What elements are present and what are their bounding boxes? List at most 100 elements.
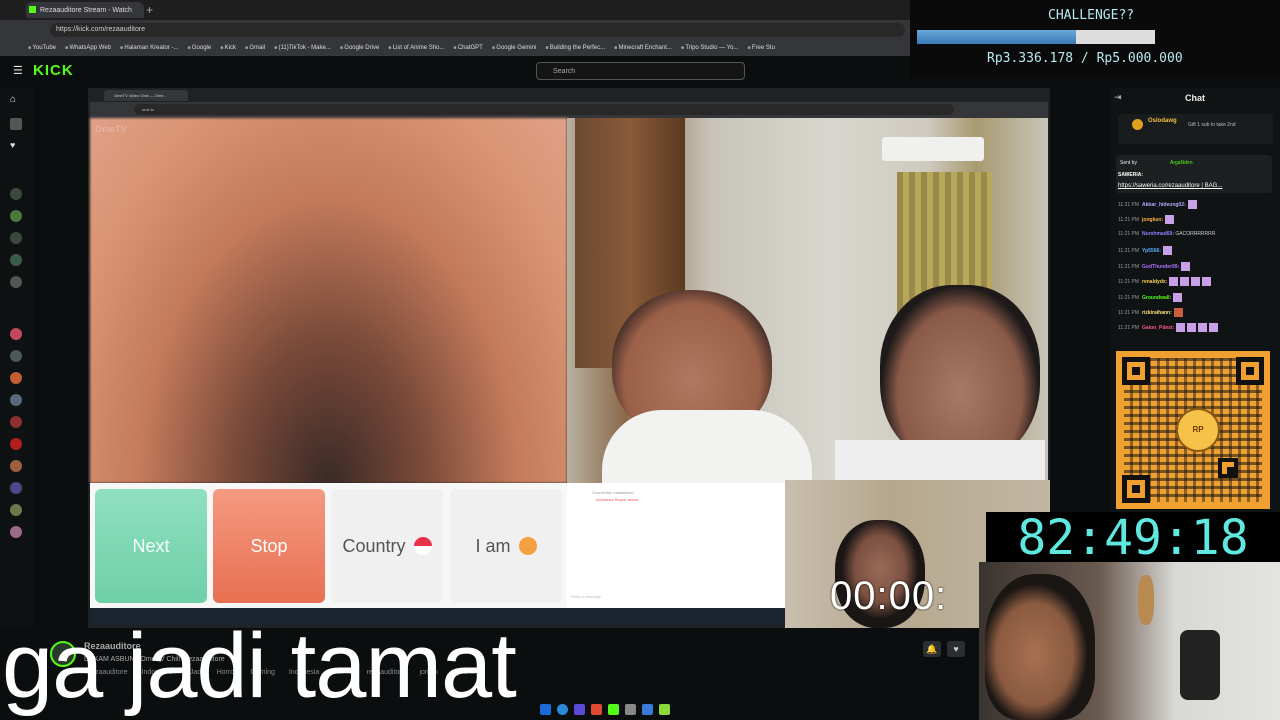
air-conditioner <box>882 137 984 161</box>
notification-bell-icon[interactable]: 🔔 <box>923 641 941 657</box>
app-icon[interactable] <box>642 703 653 715</box>
chat-user[interactable]: Nurshmad69: <box>1142 231 1174 237</box>
channel-avatar[interactable] <box>10 438 22 450</box>
following-icon[interactable]: ♥ <box>10 140 22 152</box>
app-icon[interactable] <box>625 703 636 715</box>
bookmark-building[interactable]: Building the Perfec... <box>545 45 605 51</box>
home-icon[interactable]: ⌂ <box>10 94 22 106</box>
connection-status: Connection established <box>592 490 634 495</box>
bookmark-tripo[interactable]: Tripo Studio — Yo... <box>681 45 738 51</box>
emote-icon <box>1198 323 1208 332</box>
gift-badge-icon <box>1132 119 1143 130</box>
chat-message: 11:21 PM Nurshmad69: GACORRRRRRR <box>1118 231 1215 237</box>
channel-avatar[interactable] <box>10 276 22 288</box>
channel-avatar[interactable] <box>10 350 22 362</box>
channel-avatar[interactable] <box>10 416 22 428</box>
qr-alignment <box>1218 458 1238 478</box>
iam-label: I am <box>475 535 511 556</box>
minecraft-icon[interactable] <box>659 703 670 715</box>
streamer <box>985 574 1095 720</box>
ometv-message-input[interactable]: Write a message <box>571 594 601 599</box>
bookmark-free-stu[interactable]: Free Stu <box>747 45 775 51</box>
chat-user[interactable]: GodThunder99: <box>1142 264 1179 270</box>
bookmark-halaman-kreator[interactable]: Halaman Kreator -... <box>120 45 178 51</box>
chat-message: 11:21 PM Yp5566: <box>1118 246 1172 255</box>
channel-avatar[interactable] <box>10 460 22 472</box>
gender-button[interactable]: I am <box>450 489 562 603</box>
bookmark-google[interactable]: Google <box>187 45 211 51</box>
browser-tab[interactable]: Rezaauditore Stream - Watch <box>26 2 144 18</box>
emote-icon <box>1187 323 1197 332</box>
channel-avatar[interactable] <box>10 232 22 244</box>
inner-browser-tab: OmeTV Video Chat — Ome... <box>104 90 188 101</box>
kick-app-icon[interactable] <box>608 703 619 715</box>
chair <box>1180 630 1220 700</box>
channel-avatar[interactable] <box>10 328 22 340</box>
emote-icon <box>1162 246 1172 255</box>
channel-avatar[interactable] <box>10 394 22 406</box>
new-tab-button[interactable]: + <box>146 3 153 17</box>
chat-user[interactable]: rizkiraihann: <box>1142 310 1172 316</box>
chat-time: 11:21 PM <box>1118 294 1140 301</box>
channel-avatar[interactable] <box>10 254 22 266</box>
chat-message: 11:21 PM renaldydx: <box>1118 277 1212 286</box>
bookmark-youtube[interactable]: YouTube <box>28 45 56 51</box>
emote-icon <box>1176 323 1186 332</box>
chat-title: Chat <box>1185 93 1205 103</box>
stop-label: Stop <box>250 535 288 556</box>
chat-message: 11:21 PM Gaion_Pdest: <box>1118 323 1219 332</box>
search-input[interactable]: Search <box>536 62 745 80</box>
bookmark-gemini[interactable]: Google Gemini <box>492 45 536 51</box>
channel-avatar[interactable] <box>10 526 22 538</box>
channel-avatar[interactable] <box>10 210 22 222</box>
bookmark-kick[interactable]: Kick <box>220 45 236 51</box>
address-bar[interactable]: https://kick.com/rezaauditore <box>50 23 905 37</box>
pinned-sender[interactable]: ArgaNden <box>1170 160 1193 166</box>
country-button[interactable]: Country <box>331 489 443 603</box>
stop-button[interactable]: Stop <box>213 489 325 603</box>
emote-icon <box>1173 293 1183 302</box>
chat-time: 11:21 PM <box>1118 216 1140 223</box>
bookmark-minecraft[interactable]: Minecraft Enchant... <box>614 45 672 51</box>
bookmark-gmail[interactable]: Gmail <box>245 45 265 51</box>
chat-user[interactable]: Gaion_Pdest: <box>1142 325 1174 331</box>
edge-icon[interactable] <box>557 703 568 715</box>
qr-finder <box>1236 357 1264 385</box>
channel-avatar[interactable] <box>10 372 22 384</box>
chat-user[interactable]: renaldydx: <box>1142 279 1167 285</box>
bookmark-whatsapp[interactable]: WhatsApp Web <box>65 45 111 51</box>
kick-favicon-icon <box>29 6 36 13</box>
bookmark-tiktok[interactable]: (11)TikTok - Make... <box>274 45 331 51</box>
saweria-link[interactable]: https://saweria.co/rezaauditore | BAG... <box>1118 183 1222 189</box>
app-icon[interactable] <box>574 703 585 715</box>
browser-tab-title: Rezaauditore Stream - Watch <box>40 6 132 14</box>
menu-icon[interactable]: ☰ <box>13 64 23 77</box>
channel-avatar[interactable] <box>10 504 22 516</box>
subathon-timer: 82:49:18 <box>986 512 1280 564</box>
chat-user[interactable]: Akbar_hideung02: <box>1142 202 1186 208</box>
follow-heart-icon[interactable]: ♥ <box>947 641 965 657</box>
chat-time: 11:21 PM <box>1118 201 1140 208</box>
chat-time: 11:21 PM <box>1118 309 1140 316</box>
start-icon[interactable] <box>540 703 551 715</box>
bookmark-anime[interactable]: List of Anime Sho... <box>388 45 445 51</box>
gift-prompt[interactable]: Gift 1 sub to take 2nd <box>1188 122 1236 128</box>
channel-avatar[interactable] <box>10 482 22 494</box>
channel-avatar[interactable] <box>10 188 22 200</box>
chat-user[interactable]: jongkun: <box>1142 217 1163 223</box>
chat-user[interactable]: Yp5566: <box>1142 248 1161 254</box>
bookmark-chatgpt[interactable]: ChatGPT <box>453 45 483 51</box>
app-icon[interactable] <box>591 703 602 715</box>
bookmark-google-drive[interactable]: Google Drive <box>340 45 379 51</box>
kick-logo[interactable]: KICK <box>33 62 74 79</box>
subtitle-caption: ga jadi tamat <box>2 615 517 717</box>
indonesia-flag-icon <box>413 537 432 555</box>
guitar <box>1138 575 1154 625</box>
pinned-saweria-label: SAWERIA: <box>1118 172 1143 178</box>
emote-icon <box>1209 323 1219 332</box>
next-button[interactable]: Next <box>95 489 207 603</box>
chat-user[interactable]: Groundwall: <box>1142 295 1171 301</box>
browse-icon[interactable] <box>10 118 22 130</box>
ometv-logo: OmeTV <box>95 124 127 134</box>
emote-icon <box>1173 308 1183 317</box>
